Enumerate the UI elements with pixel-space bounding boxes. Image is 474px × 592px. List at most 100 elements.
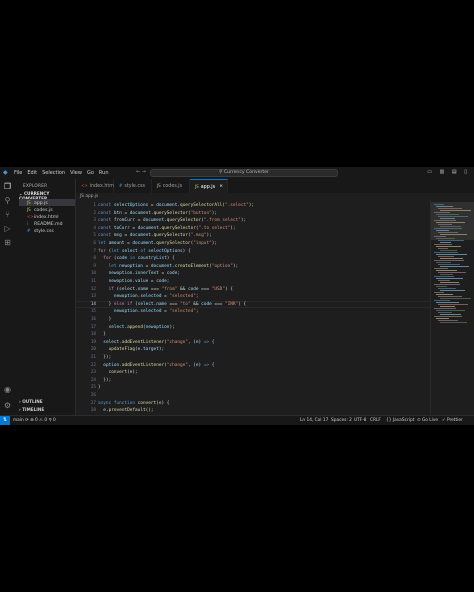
file-item[interactable]: JS codes.js [27,206,53,213]
line-number: 28 [90,408,96,414]
file-item[interactable]: <>index.html [27,213,59,220]
code-line[interactable]: } [98,331,106,339]
minimap-line [434,252,458,253]
code-token: "selected" [169,294,196,300]
tab-index-html[interactable]: <> index.html [76,179,115,193]
settings-gear-icon[interactable]: ⚙ [3,401,12,410]
code-line[interactable]: for (let select of selectOptions) { [98,248,191,256]
code-line[interactable]: e.preventDefault(); [98,407,153,415]
code-line[interactable]: newoption.value = code; [98,278,170,286]
minimap-line [436,254,467,255]
code-line[interactable]: newoption.selected = "selected"; [98,308,199,316]
explorer-icon[interactable]: ❐ [3,182,12,191]
run-debug-icon[interactable]: ▷ [3,224,12,233]
extensions-icon[interactable]: ⊞ [3,238,12,247]
code-token: = [121,210,130,216]
code-line[interactable]: newoption.selected = "selected"; [98,293,199,301]
code-line[interactable]: updateFlag(e.target); [98,346,165,354]
vscode-logo-icon: ◆ [3,169,8,176]
status-eol[interactable]: CRLF [370,416,381,425]
code-line[interactable]: }); [98,377,111,385]
code-token: newoption [113,294,138,300]
file-name: style.css [34,229,54,234]
line-number: 26 [90,393,96,398]
code-line[interactable]: const toCurr = document.querySelector(".… [98,225,236,233]
minimap-line [436,294,453,295]
status-indentation[interactable]: Spaces: 2 [331,416,352,425]
source-control-icon[interactable]: ⑂ [3,210,12,219]
minimap[interactable] [430,200,474,415]
code-token: = [148,203,157,208]
file-item[interactable]: JS app.js [19,199,75,206]
navigation-arrows[interactable]: ← → [136,169,146,175]
code-line[interactable]: async function convert(e) { [98,400,169,408]
code-token: document [142,218,165,224]
code-line[interactable]: let amount = document.querySelector("inp… [98,240,217,248]
timeline-section[interactable]: › TIMELINE [19,407,44,412]
minimap-line [438,256,454,257]
menu-file[interactable]: File [14,170,22,176]
minimap-slider[interactable] [431,202,474,240]
code-token: name [137,286,149,292]
status-language[interactable]: {} JavaScript [386,416,414,425]
menu-run[interactable]: Run [99,170,109,176]
code-token: "input" [193,241,212,246]
minimap-line [438,240,464,241]
code-token: ".select" [224,203,249,208]
code-token: document [137,225,159,231]
layout-controls[interactable]: ▭ ▥ ▤ ▯ [427,169,470,175]
code-line[interactable]: const btn = document.querySelector("butt… [98,210,217,218]
code-line[interactable]: option.addEventListener("change", (e) =>… [98,362,214,370]
minimap-line [440,322,467,323]
remote-indicator-icon[interactable]: ⇅ [0,416,10,425]
file-item[interactable]: i README.md [27,220,63,227]
status-encoding[interactable]: UTF-8 [354,416,367,425]
code-token: name [156,301,167,307]
menu-edit[interactable]: Edit [27,170,37,176]
code-line[interactable]: } else if (select.name === "to" && code … [98,301,247,309]
code-line[interactable]: select.append(newoption); [98,324,175,332]
tab-app-js[interactable]: JS app.js × [190,179,228,193]
code-line[interactable]: convert(e); [98,369,138,377]
code-token: ); [248,203,255,208]
code-line[interactable]: const selectOptions = document.querySele… [98,202,254,210]
code-line[interactable]: select.addEventListener("change", (e) =>… [98,339,214,347]
line-number: 16 [90,317,96,322]
code-editor[interactable]: 1 2 3 4 5 6 7 8 9 10 11 12 13 14 15 16 17 18 19 20 21 22 23 24 2… [76,200,430,415]
status-prettier[interactable]: ✓ Prettier [442,416,463,425]
menu-view[interactable]: View [70,170,82,176]
code-line[interactable]: let newoption = document.createElement("… [98,263,239,271]
menu-go[interactable]: Go [87,170,94,176]
code-line[interactable]: } [98,384,101,392]
line-number: 20 [90,347,96,353]
code-line[interactable]: }); [98,354,111,362]
outline-section[interactable]: › OUTLINE [19,399,43,404]
code-line[interactable]: } [98,316,112,324]
file-item[interactable]: # style.css [27,227,54,234]
code-line[interactable]: const msg = document.querySelector(".msg… [98,232,212,240]
minimap-line [440,242,451,243]
code-token: in [129,256,138,262]
tab-codes-js[interactable]: JS codes.js [152,179,190,193]
code-line[interactable]: for (code in countryList) { [98,255,174,263]
code-token: append [127,324,143,330]
tab-style-css[interactable]: # style.css [114,179,152,193]
status-branch-problems[interactable]: main ⟳ ⊗ 0 ⚠ 0 ⚲ 0 [13,416,56,425]
code-token: code [166,271,178,277]
command-center-search[interactable]: ⚲ Currency Converter [150,169,338,177]
code-token: target [142,347,159,353]
account-icon[interactable]: ◉ [3,385,12,394]
breadcrumb[interactable]: JS app.js [80,193,98,200]
search-view-icon[interactable]: ⚲ [3,196,12,205]
code-token: option [103,362,120,368]
close-icon[interactable]: × [219,180,223,194]
status-cursor-position[interactable]: Ln 14, Col 17 [300,416,328,425]
code-token: createElement [174,263,210,269]
code-token: "option" [211,263,233,269]
code-token: select [108,324,125,330]
menu-selection[interactable]: Selection [42,170,65,176]
status-go-live[interactable]: ⊙ Go Live [417,416,438,425]
code-line[interactable]: newoption.innerText = code; [98,270,180,278]
code-line[interactable]: const fromCurr = document.querySelector(… [98,217,246,225]
code-line[interactable]: if (select.name === "from" && code === "… [98,286,233,294]
